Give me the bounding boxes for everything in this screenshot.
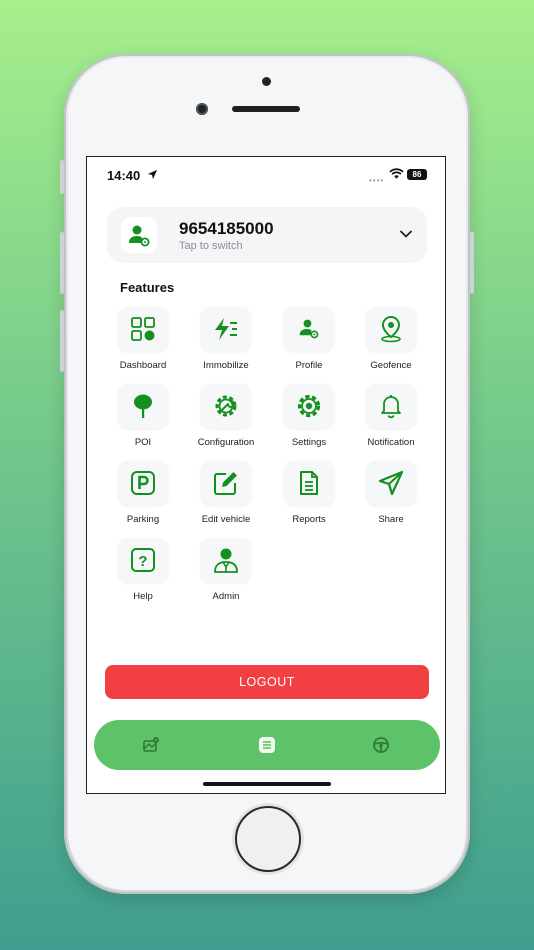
home-indicator [203, 782, 331, 786]
feature-geofence[interactable]: Geofence [351, 307, 431, 379]
admin-icon [214, 548, 238, 573]
feature-label: Geofence [370, 360, 412, 371]
earpiece-speaker [232, 106, 300, 112]
feature-admin[interactable]: Admin [186, 538, 266, 610]
user-settings-icon [129, 225, 150, 247]
battery-indicator: 86 [407, 169, 427, 180]
account-avatar [121, 217, 157, 253]
feature-label: Reports [292, 514, 326, 525]
feature-label: Configuration [197, 437, 255, 448]
feature-immobilize[interactable]: Immobilize [186, 307, 266, 379]
location-arrow-icon [147, 169, 158, 180]
help-icon: ? [131, 548, 155, 572]
feature-help[interactable]: ? Help [103, 538, 183, 610]
feature-label: Parking [126, 514, 160, 525]
feature-reports[interactable]: Reports [269, 461, 349, 533]
bell-icon [381, 395, 401, 419]
feature-edit-vehicle[interactable]: Edit vehicle [186, 461, 266, 533]
dashboard-icon [131, 317, 155, 341]
feature-label: Immobilize [203, 360, 249, 371]
configuration-icon [215, 395, 237, 417]
wifi-icon [389, 168, 404, 179]
feature-label: Edit vehicle [201, 514, 251, 525]
chevron-down-icon[interactable] [399, 227, 413, 241]
account-switcher[interactable]: 9654185000 Tap to switch [107, 207, 427, 263]
reports-icon [300, 471, 318, 495]
mute-switch [60, 160, 64, 194]
nav-drive[interactable] [371, 735, 391, 755]
feature-dashboard[interactable]: Dashboard [103, 307, 183, 379]
signal-dots-icon: •••• [369, 176, 385, 185]
steering-wheel-icon [373, 737, 389, 753]
feature-label: Share [378, 514, 404, 525]
features-heading: Features [120, 280, 175, 295]
feature-parking[interactable]: Parking [103, 461, 183, 533]
nav-menu[interactable] [257, 735, 277, 755]
proximity-sensor [262, 77, 271, 86]
edit-icon [214, 472, 237, 495]
settings-icon [297, 394, 321, 418]
account-phone-number: 9654185000 [179, 219, 274, 238]
bottom-navigation [94, 720, 440, 770]
profile-icon [299, 319, 319, 339]
geofence-icon [381, 315, 401, 343]
feature-label: Admin [212, 591, 240, 602]
nav-map[interactable] [141, 735, 161, 755]
feature-label: Dashboard [119, 360, 167, 371]
poi-icon [134, 394, 152, 418]
svg-text:?: ? [138, 553, 147, 570]
feature-label: POI [134, 437, 152, 448]
immobilize-icon [215, 318, 237, 340]
parking-icon [131, 471, 155, 495]
feature-label: Profile [295, 360, 323, 371]
feature-profile[interactable]: Profile [269, 307, 349, 379]
feature-settings[interactable]: Settings [269, 384, 349, 456]
front-camera [196, 103, 208, 115]
send-icon [378, 470, 404, 496]
feature-label: Settings [291, 437, 327, 448]
menu-icon [259, 737, 275, 753]
volume-down-button [60, 310, 64, 372]
status-time: 14:40 [107, 168, 141, 183]
power-button [470, 232, 474, 294]
volume-up-button [60, 232, 64, 294]
feature-label: Help [133, 591, 153, 602]
feature-share[interactable]: Share [351, 461, 431, 533]
app-screen: 14:40 •••• 86 9654185000 Tap to switch F… [86, 156, 446, 794]
feature-notification[interactable]: Notification [351, 384, 431, 456]
feature-configuration[interactable]: Configuration [186, 384, 266, 456]
account-switch-hint: Tap to switch [179, 240, 243, 252]
logout-button[interactable]: LOGOUT [105, 665, 429, 699]
feature-label: Notification [367, 437, 415, 448]
feature-poi[interactable]: POI [103, 384, 183, 456]
status-bar: 14:40 •••• 86 [87, 157, 445, 193]
map-icon [143, 737, 159, 752]
home-button[interactable] [235, 806, 301, 872]
